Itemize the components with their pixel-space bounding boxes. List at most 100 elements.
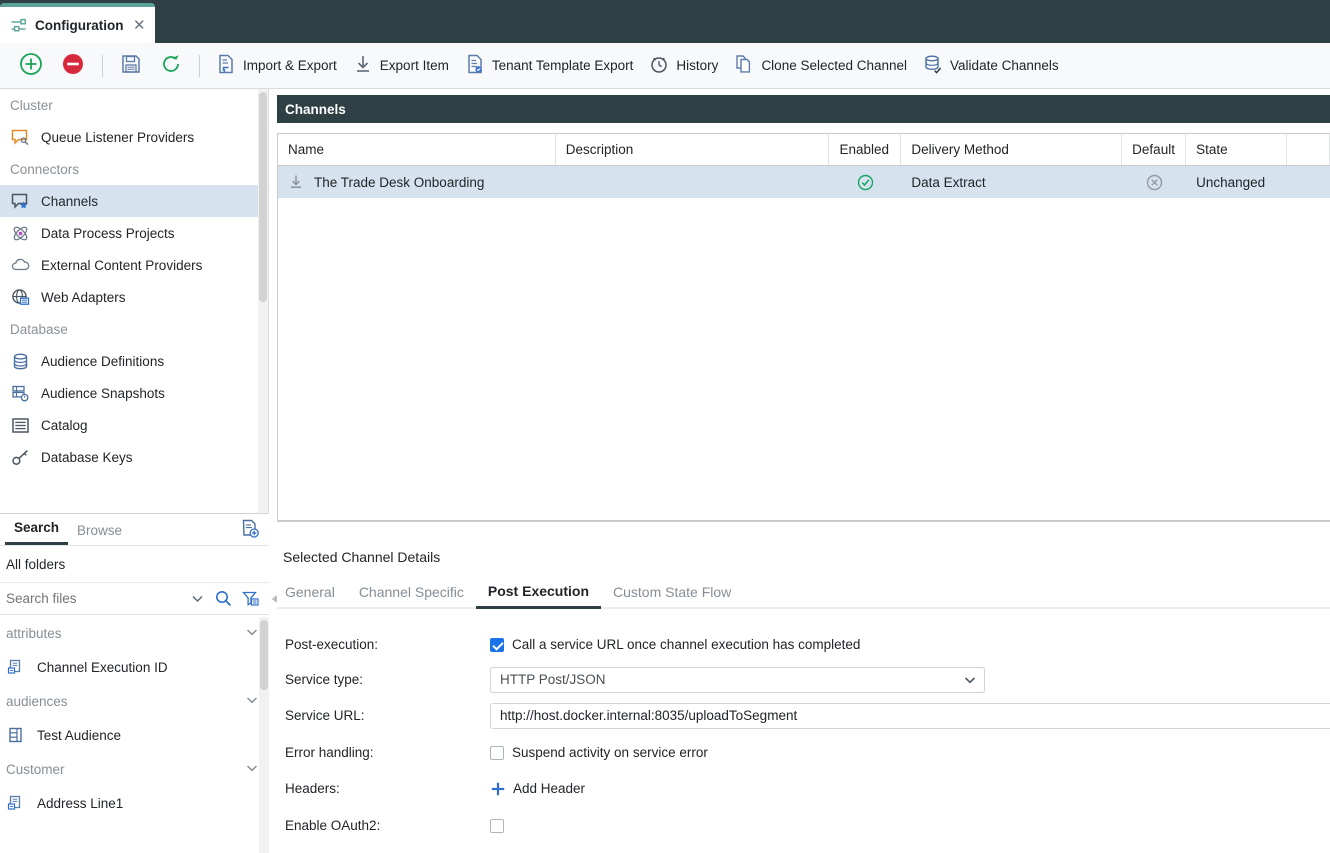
cross-circle-icon [1146, 174, 1163, 191]
validate-db-icon [923, 54, 943, 77]
export-item-label: Export Item [380, 58, 449, 73]
service-type-select[interactable]: HTTP Post/JSON [490, 667, 985, 693]
sidebar-item-label: Catalog [41, 418, 88, 433]
sidebar-item-audience-definitions[interactable]: Audience Definitions [0, 345, 258, 377]
service-type-label: Service type: [285, 672, 490, 687]
file-search-panel: Search Browse All folders [0, 513, 269, 853]
sidebar-item-database-keys[interactable]: Database Keys [0, 441, 258, 473]
cell-extra[interactable] [1287, 166, 1330, 198]
tab-channel-specific[interactable]: Channel Specific [347, 584, 476, 607]
column-header-default[interactable]: Default [1122, 134, 1186, 165]
sidebar-item-data-process-projects[interactable]: Data Process Projects [0, 217, 258, 249]
sidebar-item-catalog[interactable]: Catalog [0, 409, 258, 441]
key-icon [10, 447, 30, 467]
column-header-name[interactable]: Name [278, 134, 556, 165]
close-icon[interactable]: ✕ [131, 18, 147, 33]
channels-grid: Name Description Enabled Delivery Method… [277, 133, 1330, 521]
clone-icon [734, 54, 754, 77]
search-group-label: audiences [6, 694, 68, 709]
add-circle-icon [19, 52, 43, 79]
column-header-delivery-method[interactable]: Delivery Method [901, 134, 1122, 165]
filter-icon[interactable] [237, 590, 264, 607]
sidebar-item-web-adapters[interactable]: Web Adapters [0, 281, 258, 313]
cell-enabled[interactable] [829, 166, 901, 198]
plus-icon [490, 781, 506, 797]
search-group-audiences[interactable]: audiences [6, 683, 269, 719]
search-row [0, 583, 269, 615]
details-tabs: General Channel Specific Post Execution … [277, 579, 1330, 609]
validate-channels-button[interactable]: Validate Channels [915, 49, 1067, 83]
sidebar-item-label: Database Keys [41, 450, 133, 465]
column-header-extra[interactable] [1287, 134, 1330, 165]
chevron-down-icon[interactable] [245, 693, 259, 710]
cell-name[interactable]: The Trade Desk Onboarding [278, 166, 556, 198]
service-url-input[interactable]: http://host.docker.internal:8035/uploadT… [490, 703, 1330, 729]
cell-delivery-method[interactable]: Data Extract [901, 166, 1122, 198]
sidebar-item-audience-snapshots[interactable]: Audience Snapshots [0, 377, 258, 409]
search-input[interactable] [4, 590, 185, 607]
sidebar-item-channels[interactable]: Channels [0, 185, 258, 217]
import-export-button[interactable]: Import & Export [208, 49, 345, 83]
import-export-icon [216, 54, 236, 77]
search-group-customer[interactable]: Customer [6, 751, 269, 787]
enable-oauth2-checkbox[interactable] [490, 819, 504, 833]
chevron-down-icon[interactable] [245, 761, 259, 778]
history-clock-icon [649, 54, 669, 77]
sidebar-item-label: Audience Definitions [41, 354, 164, 369]
column-header-description[interactable]: Description [556, 134, 830, 165]
add-button[interactable] [10, 49, 52, 83]
sidebar-item-queue-listener-providers[interactable]: Queue Listener Providers [0, 121, 258, 153]
tenant-template-export-label: Tenant Template Export [492, 58, 634, 73]
tab-browse[interactable]: Browse [68, 523, 131, 545]
save-button[interactable] [111, 49, 151, 83]
history-button[interactable]: History [641, 49, 726, 83]
service-url-label: Service URL: [285, 708, 490, 723]
new-document-icon[interactable] [240, 519, 260, 542]
details-title: Selected Channel Details [277, 534, 1330, 565]
sidebar-group-database: Database [0, 313, 258, 345]
column-header-state[interactable]: State [1186, 134, 1287, 165]
sliders-icon [10, 17, 27, 34]
tab-post-execution[interactable]: Post Execution [476, 583, 601, 609]
sidebar-item-external-content-providers[interactable]: External Content Providers [0, 249, 258, 281]
save-floppy-icon [120, 53, 142, 78]
add-header-label: Add Header [513, 781, 585, 796]
post-execution-checkbox-label: Call a service URL once channel executio… [512, 637, 860, 652]
cell-state[interactable]: Unchanged [1186, 166, 1287, 198]
cell-default[interactable] [1122, 166, 1186, 198]
post-execution-label: Post-execution: [285, 637, 490, 652]
all-folders-label: All folders [0, 546, 269, 583]
list-item-address-line1[interactable]: Address Line1 [6, 787, 269, 819]
snapshot-icon [10, 383, 30, 403]
search-panel-scrollbar-thumb[interactable] [260, 620, 268, 690]
list-item-test-audience[interactable]: Test Audience [6, 719, 269, 751]
add-header-button[interactable]: Add Header [490, 781, 585, 797]
cell-description[interactable] [556, 166, 830, 198]
queue-listener-icon [10, 127, 30, 147]
refresh-icon [160, 53, 182, 78]
refresh-button[interactable] [151, 49, 191, 83]
search-group-attributes[interactable]: attributes [6, 615, 269, 651]
tab-configuration[interactable]: Configuration ✕ [0, 3, 155, 43]
post-execution-checkbox[interactable] [490, 638, 504, 652]
tab-search[interactable]: Search [5, 520, 68, 545]
tab-general[interactable]: General [283, 584, 347, 607]
list-item-channel-execution-id[interactable]: Channel Execution ID [6, 651, 269, 683]
table-row[interactable]: The Trade Desk Onboarding Data Extract U… [278, 166, 1330, 198]
delete-button[interactable] [52, 49, 94, 83]
search-icon[interactable] [210, 590, 237, 607]
export-item-icon [353, 54, 373, 77]
chevron-down-icon[interactable] [185, 591, 210, 606]
history-label: History [676, 58, 718, 73]
tenant-template-export-button[interactable]: Tenant Template Export [457, 49, 642, 83]
column-header-enabled[interactable]: Enabled [829, 134, 901, 165]
chevron-down-icon[interactable] [245, 625, 259, 642]
sidebar-nav: Cluster Queue Listener Providers Connect… [0, 89, 258, 513]
export-item-button[interactable]: Export Item [345, 49, 457, 83]
sidebar-scrollbar-thumb[interactable] [259, 92, 267, 302]
suspend-activity-checkbox[interactable] [490, 746, 504, 760]
channel-name-label: The Trade Desk Onboarding [314, 175, 484, 190]
tab-custom-state-flow[interactable]: Custom State Flow [601, 584, 743, 607]
clone-label: Clone Selected Channel [761, 58, 907, 73]
clone-selected-channel-button[interactable]: Clone Selected Channel [726, 49, 915, 83]
